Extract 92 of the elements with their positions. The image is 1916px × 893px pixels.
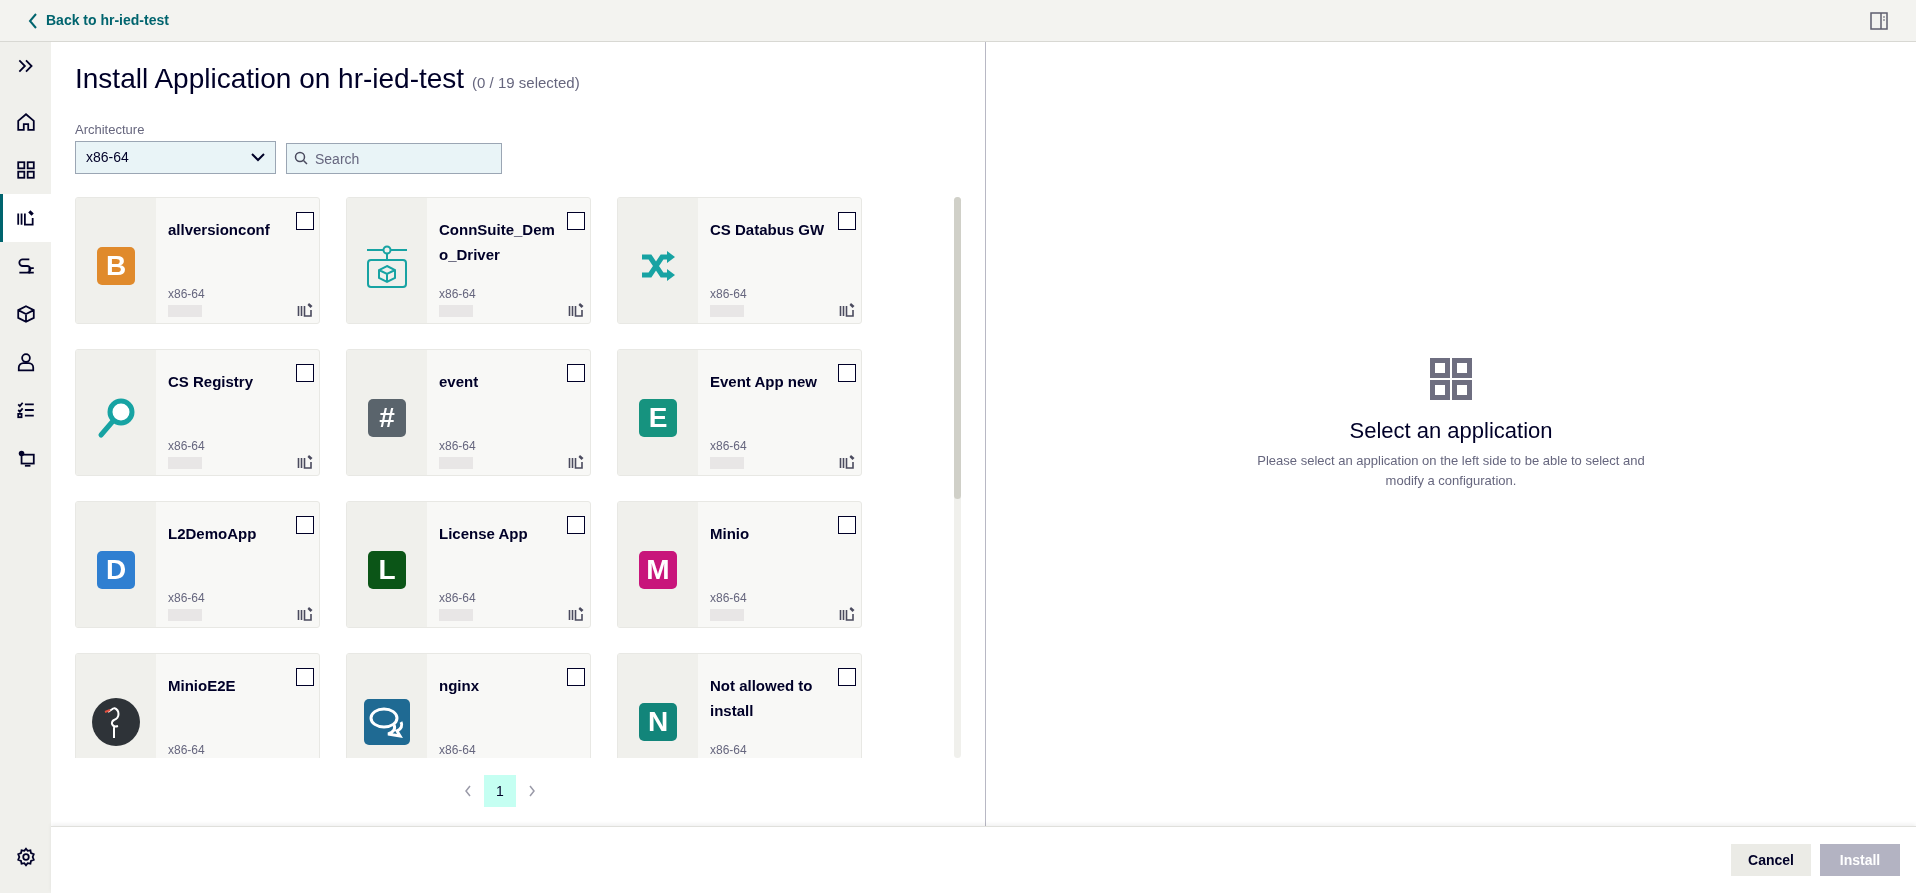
search-icon — [294, 151, 308, 165]
library-edit-icon[interactable] — [297, 302, 314, 317]
architecture-text: x86-64 — [439, 590, 476, 607]
checklist-icon — [15, 400, 36, 420]
checkbox[interactable] — [296, 516, 314, 534]
home-icon — [15, 112, 36, 132]
library-edit-icon[interactable] — [297, 606, 314, 621]
library-edit-icon[interactable] — [568, 606, 585, 621]
app-name: ConnSuite_Demo_Driver — [439, 220, 556, 265]
architecture-text: x86-64 — [168, 286, 205, 303]
app-logo: M — [639, 550, 677, 589]
app-name: Not allowed to install — [710, 676, 814, 721]
checkbox[interactable] — [838, 668, 856, 686]
architecture-text: x86-64 — [710, 286, 747, 303]
checkbox[interactable] — [567, 516, 585, 534]
checkbox[interactable] — [838, 212, 856, 230]
checkbox[interactable] — [838, 364, 856, 382]
app-name: License App — [439, 524, 529, 544]
page-button[interactable]: 1 — [484, 775, 516, 807]
app-card[interactable]: L License App x86-64 — [346, 501, 591, 628]
architecture-text: x86-64 — [710, 742, 747, 758]
scrollbar-thumb[interactable] — [954, 197, 961, 499]
grid-icon — [15, 160, 36, 180]
checkbox[interactable] — [567, 212, 585, 230]
architecture-text: x86-64 — [710, 590, 747, 607]
app-logo: N — [639, 702, 677, 741]
checkbox[interactable] — [296, 212, 314, 230]
architecture-text: x86-64 — [168, 590, 205, 607]
architecture-text: x86-64 — [439, 438, 476, 455]
cube-icon — [15, 304, 36, 324]
app-name: MinioE2E — [168, 676, 237, 696]
app-card[interactable]: MinioE2E x86-64 — [75, 653, 320, 758]
library-edit-icon[interactable] — [297, 454, 314, 469]
library-edit-icon[interactable] — [839, 302, 856, 317]
app-logo: L — [368, 550, 406, 589]
app-card[interactable]: nginx x86-64 — [346, 653, 591, 758]
chevron-down-icon — [251, 153, 265, 162]
grid-icon — [1430, 357, 1472, 400]
app-name: CS Databus GW — [710, 220, 826, 240]
architecture-text: x86-64 — [168, 742, 205, 758]
plug-icon — [15, 256, 36, 276]
app-name: event — [439, 372, 480, 392]
checkbox[interactable] — [296, 668, 314, 686]
library-edit-icon[interactable] — [568, 454, 585, 469]
app-name: Minio — [710, 524, 751, 544]
library-edit-icon[interactable] — [839, 454, 856, 469]
architecture-text: x86-64 — [439, 286, 476, 303]
checkbox[interactable] — [296, 364, 314, 382]
side-panel-icon[interactable] — [1870, 11, 1888, 30]
app-logo: # — [368, 398, 406, 437]
architecture-text: x86-64 — [439, 742, 476, 758]
checkbox[interactable] — [838, 516, 856, 534]
scrollbar[interactable] — [954, 197, 961, 758]
architecture-text: x86-64 — [710, 438, 747, 455]
chevron-right-icon[interactable] — [528, 785, 536, 797]
empty-state-title: Select an application — [1349, 416, 1553, 445]
app-card[interactable]: CS Databus GW x86-64 — [617, 197, 862, 324]
app-logo: E — [639, 398, 677, 437]
person-icon — [15, 352, 36, 372]
empty-state-text: Please select an application on the left side to be able to select and modify a configuration. — [1256, 451, 1646, 490]
app-card[interactable]: E Event App new x86-64 — [617, 349, 862, 476]
back-link[interactable]: Back to hr-ied-test — [28, 10, 169, 31]
library-edit-icon[interactable] — [839, 606, 856, 621]
library-edit-icon — [15, 208, 36, 228]
sidebar-item[interactable] — [0, 194, 51, 242]
chevron-left-icon — [28, 12, 38, 29]
app-card[interactable]: ConnSuite_Demo_Driver x86-64 — [346, 197, 591, 324]
app-name: CS Registry — [168, 372, 255, 392]
checkbox[interactable] — [567, 668, 585, 686]
selection-count: (0 / 19 selected) — [472, 73, 580, 93]
app-logo: B — [97, 246, 135, 285]
library-edit-icon[interactable] — [568, 302, 585, 317]
app-name: L2DemoApp — [168, 524, 258, 544]
app-card[interactable]: # event x86-64 — [346, 349, 591, 476]
app-name: allversionconf — [168, 220, 271, 240]
page-title: Install Application on hr-ied-test — [75, 62, 465, 96]
app-card[interactable]: D L2DemoApp x86-64 — [75, 501, 320, 628]
app-name: Event App new — [710, 372, 818, 392]
cancel-button[interactable]: Cancel — [1731, 844, 1811, 876]
architecture-text: x86-64 — [168, 438, 205, 455]
field-label: Architecture — [75, 120, 146, 139]
search-field[interactable]: Search — [286, 143, 502, 174]
checkbox[interactable] — [567, 364, 585, 382]
chevron-left-icon[interactable] — [464, 785, 472, 797]
app-name: nginx — [439, 676, 480, 696]
architecture-dropdown[interactable]: x86-64 — [75, 141, 276, 174]
app-card[interactable]: CS Registry x86-64 — [75, 349, 320, 476]
app-card[interactable]: N Not allowed to install x86-64 — [617, 653, 862, 758]
app-logo: D — [97, 550, 135, 589]
app-card[interactable]: B allversionconf x86-64 — [75, 197, 320, 324]
settings-icon — [15, 847, 36, 867]
app-card[interactable]: M Minio x86-64 — [617, 501, 862, 628]
